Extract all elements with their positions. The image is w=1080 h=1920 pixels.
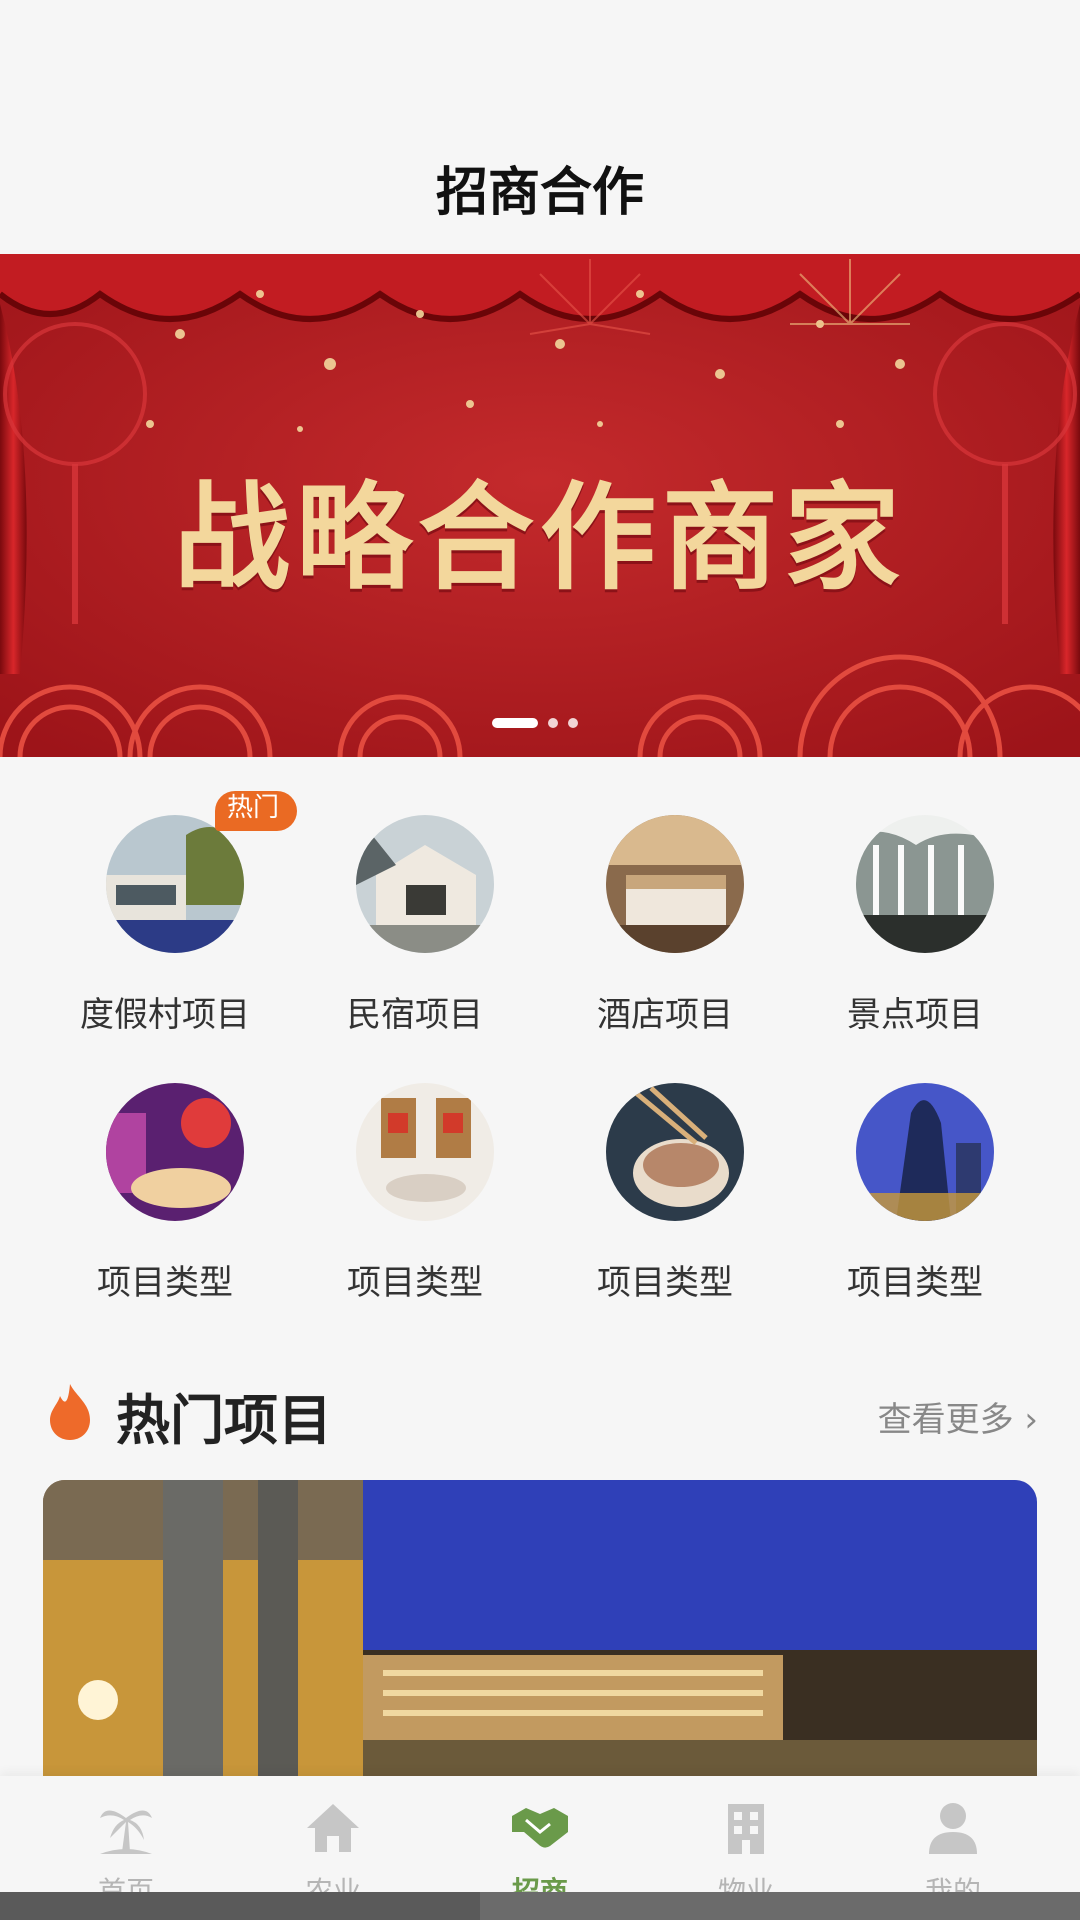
category-homestay[interactable]: 民宿项目 [290,757,540,1035]
carousel-dot-2[interactable] [548,718,558,728]
category-type-1[interactable]: 项目类型 [40,1025,290,1303]
carousel-dot-1[interactable] [492,718,538,728]
banner-carousel[interactable]: 战略合作商家 [0,254,1080,757]
view-more-label: 查看更多 [877,1400,1014,1440]
category-type-2[interactable]: 项目类型 [290,1025,540,1303]
hotel-room-photo-icon [606,815,744,953]
header: 招商合作 [0,0,1080,254]
hot-project-card[interactable] [43,1480,1037,1810]
section-title: 热门项目 [116,1389,332,1452]
hot-projects-header: 热门项目 查看更多 › [42,1370,1038,1452]
page-title: 招商合作 [435,163,644,223]
banner-headline: 战略合作商家 [174,470,906,606]
nav-bar-segment [0,1892,480,1920]
category-hotel[interactable]: 酒店项目 [540,757,790,1035]
category-label: 项目类型 [97,1263,233,1303]
gift-box-photo-icon [356,1083,494,1221]
waterfall-photo-icon [856,815,994,953]
hot-badge: 热门 [215,791,297,831]
category-scenic[interactable]: 景点项目 [790,757,1040,1035]
building-icon [728,1804,764,1854]
category-label: 项目类型 [347,1263,483,1303]
category-type-4[interactable]: 项目类型 [790,1025,1040,1303]
party-room-photo-icon [106,1083,244,1221]
home-icon [307,1804,359,1852]
carousel-dot-3[interactable] [568,718,578,728]
carousel-indicator [492,718,578,728]
resort-photo-icon [106,815,244,953]
category-label: 项目类型 [597,1263,733,1303]
homestay-photo-icon [356,815,494,953]
system-nav-bar [0,1892,1080,1920]
handshake-icon [512,1808,568,1848]
page: 招商合作 战略合作商家 热门 度假村项目 民宿项目 酒店项目 景点项目 项目类型… [0,0,1080,1920]
category-resort[interactable]: 热门 度假村项目 [40,757,297,1035]
noodle-bowl-photo-icon [606,1083,744,1221]
user-icon [929,1803,977,1854]
category-type-3[interactable]: 项目类型 [540,1025,790,1303]
palm-tree-icon [100,1810,152,1854]
category-label: 项目类型 [847,1263,983,1303]
view-more-link[interactable]: 查看更多 › [878,1392,1038,1441]
fire-icon [50,1384,90,1440]
skyscraper-photo-icon [856,1083,994,1221]
project-photo [43,1480,1037,1810]
chevron-right-icon: › [1024,1400,1038,1440]
